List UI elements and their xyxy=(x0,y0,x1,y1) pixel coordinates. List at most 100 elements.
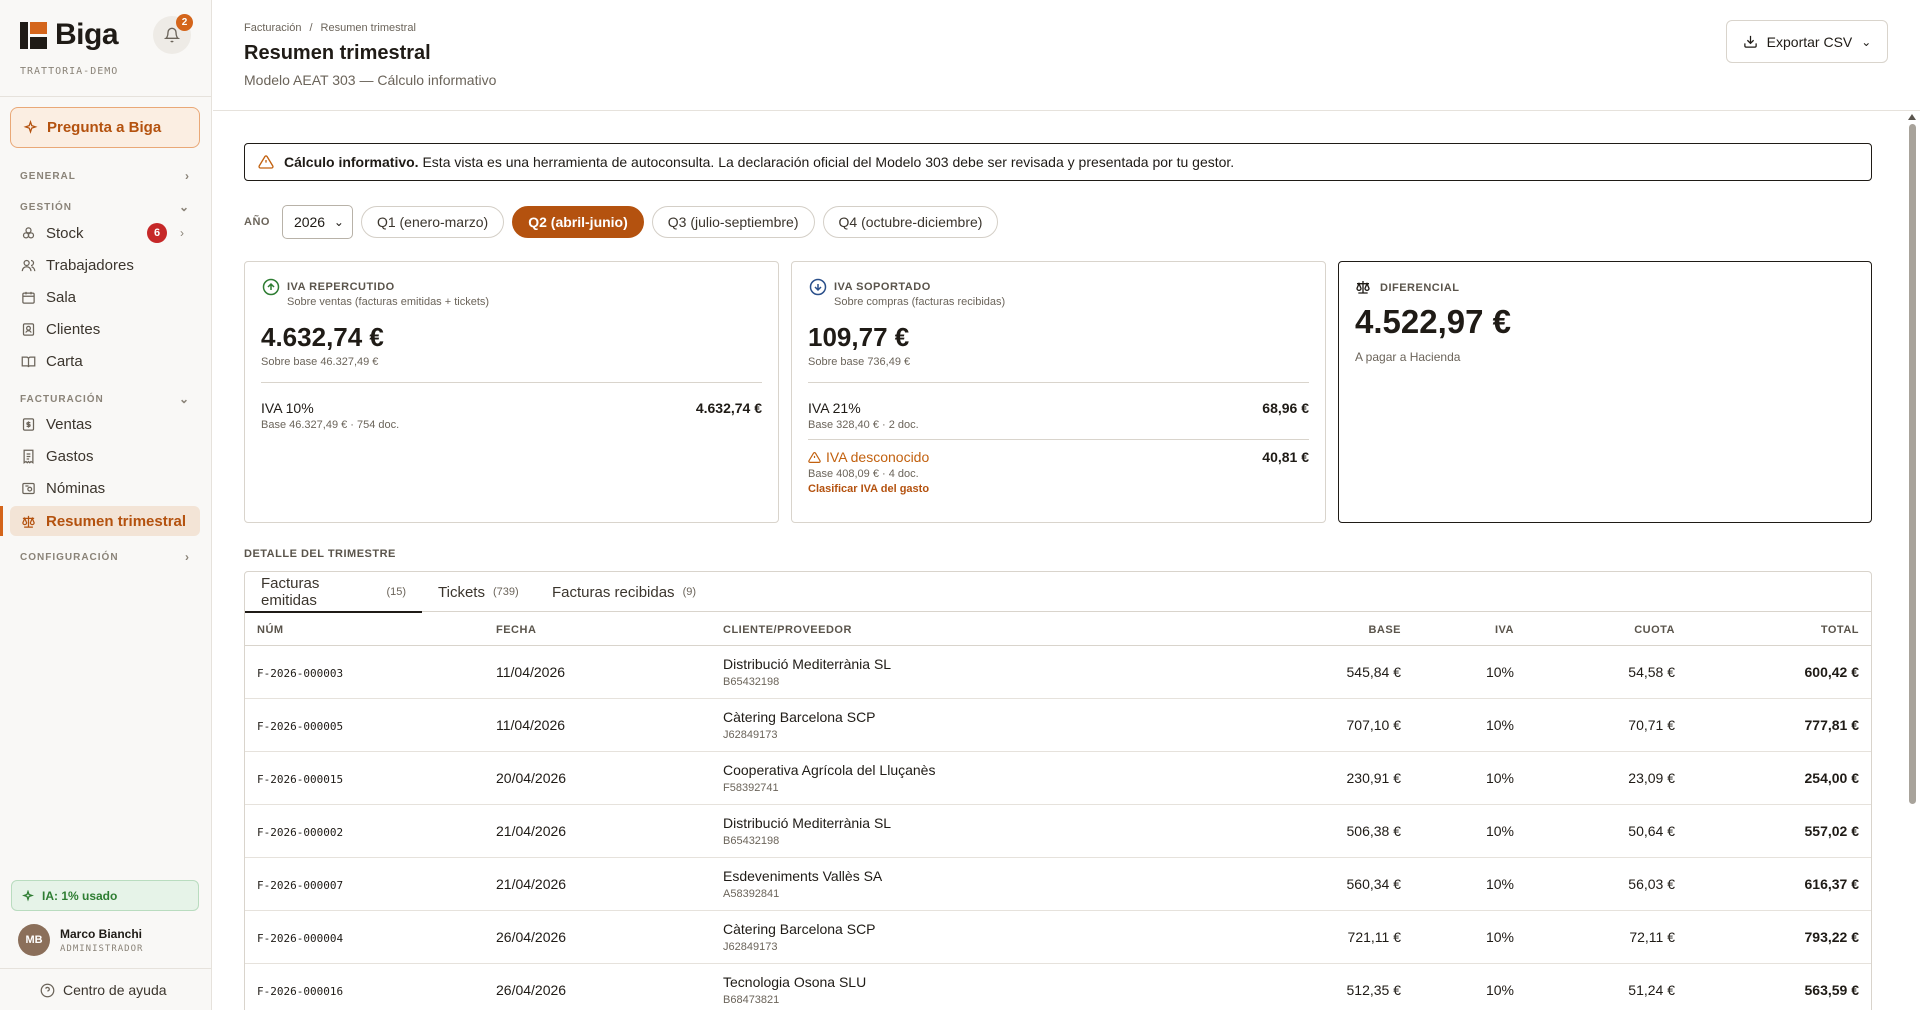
column-header-fecha[interactable]: FECHA xyxy=(496,624,536,636)
help-center-link[interactable]: Centro de ayuda xyxy=(40,982,167,998)
user-menu[interactable]: MB Marco Bianchi ADMINISTRADOR xyxy=(18,924,143,956)
quarter-q3[interactable]: Q3 (julio-septiembre) xyxy=(651,206,815,238)
scale-icon xyxy=(1356,281,1370,294)
sidebar-item-nominas[interactable]: Nóminas xyxy=(10,473,200,503)
rate-value: 40,81 € xyxy=(1262,449,1309,465)
scrollbar-thumb[interactable] xyxy=(1909,124,1916,804)
table-row[interactable]: F-2026-000002 21/04/2026 Distribució Med… xyxy=(245,805,1871,858)
sidebar-item-stock[interactable]: Stock 6 › xyxy=(10,218,200,248)
logo[interactable]: Biga xyxy=(20,18,119,52)
table-row[interactable]: F-2026-000015 20/04/2026 Cooperativa Agr… xyxy=(245,752,1871,805)
sidebar-item-trabajadores[interactable]: Trabajadores xyxy=(10,250,200,280)
sidebar-item-clientes[interactable]: Clientes xyxy=(10,314,200,344)
card-divider xyxy=(808,382,1309,383)
section-gestion-label: GESTIÓN xyxy=(20,201,73,213)
detail-section-title: DETALLE DEL TRIMESTRE xyxy=(244,548,396,560)
cell-num[interactable]: F-2026-000016 xyxy=(257,985,343,998)
scrollbar[interactable] xyxy=(1905,112,1920,1010)
ask-biga-button[interactable]: Pregunta a Biga xyxy=(10,107,200,148)
alert-title: Cálculo informativo. xyxy=(284,154,419,170)
section-configuracion[interactable]: CONFIGURACIÓN › xyxy=(20,550,190,564)
column-header-base[interactable]: BASE xyxy=(1368,624,1401,636)
table-row[interactable]: F-2026-000016 26/04/2026 Tecnologia Oson… xyxy=(245,964,1871,1010)
cell-fecha: 26/04/2026 xyxy=(496,982,567,998)
table-row[interactable]: F-2026-000003 11/04/2026 Distribució Med… xyxy=(245,646,1871,699)
cell-cuota: 23,09 € xyxy=(1628,770,1675,786)
cell-num[interactable]: F-2026-000007 xyxy=(257,879,343,892)
diferencial-card: DIFERENCIAL 4.522,97 € A pagar a Haciend… xyxy=(1338,261,1872,523)
table-row[interactable]: F-2026-000004 26/04/2026 Càtering Barcel… xyxy=(245,911,1871,964)
sidebar-item-carta[interactable]: Carta xyxy=(10,346,200,376)
breadcrumb-facturacion[interactable]: Facturación xyxy=(244,22,301,34)
card-amount: 4.522,97 € xyxy=(1355,303,1511,340)
cell-total: 557,02 € xyxy=(1804,823,1860,839)
cell-base: 506,38 € xyxy=(1346,823,1402,839)
cell-base: 545,84 € xyxy=(1346,664,1402,680)
page-subtitle: Modelo AEAT 303 — Cálculo informativo xyxy=(244,72,497,88)
card-label: IVA SOPORTADO xyxy=(834,281,931,293)
cell-fecha: 21/04/2026 xyxy=(496,876,567,892)
card-description: Sobre ventas (facturas emitidas + ticket… xyxy=(287,296,490,308)
notifications-button[interactable]: 2 xyxy=(153,14,193,54)
cell-base: 707,10 € xyxy=(1346,717,1402,733)
cell-fecha: 20/04/2026 xyxy=(496,770,567,786)
year-label: AÑO xyxy=(244,216,270,228)
cell-total: 777,81 € xyxy=(1804,717,1860,733)
cell-total: 793,22 € xyxy=(1804,929,1860,945)
sidebar-item-label: Stock xyxy=(46,224,84,242)
tab-facturas-recibidas[interactable]: Facturas recibidas (9) xyxy=(552,572,696,612)
section-facturacion[interactable]: FACTURACIÓN ⌄ xyxy=(20,392,190,406)
cell-cliente: Càtering Barcelona SCP xyxy=(723,921,876,937)
year-select[interactable]: 2026 ⌄ xyxy=(281,205,353,239)
chevron-down-icon: ⌄ xyxy=(1861,34,1872,49)
sidebar-item-sala[interactable]: Sala xyxy=(10,282,200,312)
cell-num[interactable]: F-2026-000015 xyxy=(257,773,343,786)
info-alert: Cálculo informativo. Esta vista es una h… xyxy=(244,143,1872,181)
column-header-total[interactable]: TOTAL xyxy=(1821,624,1859,636)
cell-fecha: 11/04/2026 xyxy=(496,664,566,680)
tab-tickets[interactable]: Tickets (739) xyxy=(438,572,519,612)
tab-facturas-emitidas[interactable]: Facturas emitidas (15) xyxy=(245,572,422,613)
column-header-iva[interactable]: IVA xyxy=(1495,624,1514,636)
cell-num[interactable]: F-2026-000002 xyxy=(257,826,343,839)
cell-num[interactable]: F-2026-000004 xyxy=(257,932,343,945)
classify-iva-link[interactable]: Clasificar IVA del gasto xyxy=(808,483,929,495)
table-row[interactable]: F-2026-000007 21/04/2026 Esdeveniments V… xyxy=(245,858,1871,911)
rate-unknown: IVA desconocido xyxy=(808,449,929,465)
chevron-down-icon: ⌄ xyxy=(178,200,190,214)
cell-nif: B65432198 xyxy=(723,676,780,688)
sidebar-item-gastos[interactable]: Gastos xyxy=(10,441,200,471)
user-role: ADMINISTRADOR xyxy=(60,943,144,954)
bell-icon xyxy=(164,27,180,43)
column-header-cuota[interactable]: CUOTA xyxy=(1634,624,1675,636)
cell-iva: 10% xyxy=(1485,929,1514,945)
column-header-num[interactable]: NÚM xyxy=(257,624,284,636)
cell-num[interactable]: F-2026-000005 xyxy=(257,720,343,733)
rate-name: IVA 10% xyxy=(261,400,314,416)
quarter-q4[interactable]: Q4 (octubre-diciembre) xyxy=(822,206,999,238)
cell-iva: 10% xyxy=(1485,717,1514,733)
cell-cliente: Distribució Mediterrània SL xyxy=(723,815,892,831)
sidebar-item-resumen-trimestral[interactable]: Resumen trimestral xyxy=(10,506,200,536)
card-divider xyxy=(261,382,762,383)
section-gestion[interactable]: GESTIÓN ⌄ xyxy=(20,200,190,214)
cell-iva: 10% xyxy=(1485,664,1514,680)
book-icon xyxy=(20,353,36,369)
sidebar: Biga 2 TRATTORIA-DEMO Pregunta a Biga GE… xyxy=(0,0,212,1010)
quarter-q1[interactable]: Q1 (enero-marzo) xyxy=(360,206,505,238)
ia-usage-badge[interactable]: IA: 1% usado xyxy=(11,880,199,911)
cell-num[interactable]: F-2026-000003 xyxy=(257,667,343,680)
sidebar-item-ventas[interactable]: Ventas xyxy=(10,409,200,439)
cell-total: 600,42 € xyxy=(1804,664,1860,680)
quarter-q2[interactable]: Q2 (abril-junio) xyxy=(512,206,644,238)
tab-label: Tickets xyxy=(438,583,485,601)
sidebar-divider xyxy=(0,96,211,97)
table-row[interactable]: F-2026-000005 11/04/2026 Càtering Barcel… xyxy=(245,699,1871,752)
cell-base: 721,11 € xyxy=(1347,929,1401,945)
section-general[interactable]: GENERAL › xyxy=(20,169,190,183)
export-csv-button[interactable]: Exportar CSV ⌄ xyxy=(1726,20,1888,63)
scroll-up-arrow-icon[interactable] xyxy=(1908,114,1916,120)
cell-nif: F58392741 xyxy=(723,782,779,794)
cell-fecha: 21/04/2026 xyxy=(496,823,567,839)
column-header-cliente[interactable]: CLIENTE/PROVEEDOR xyxy=(723,624,852,636)
